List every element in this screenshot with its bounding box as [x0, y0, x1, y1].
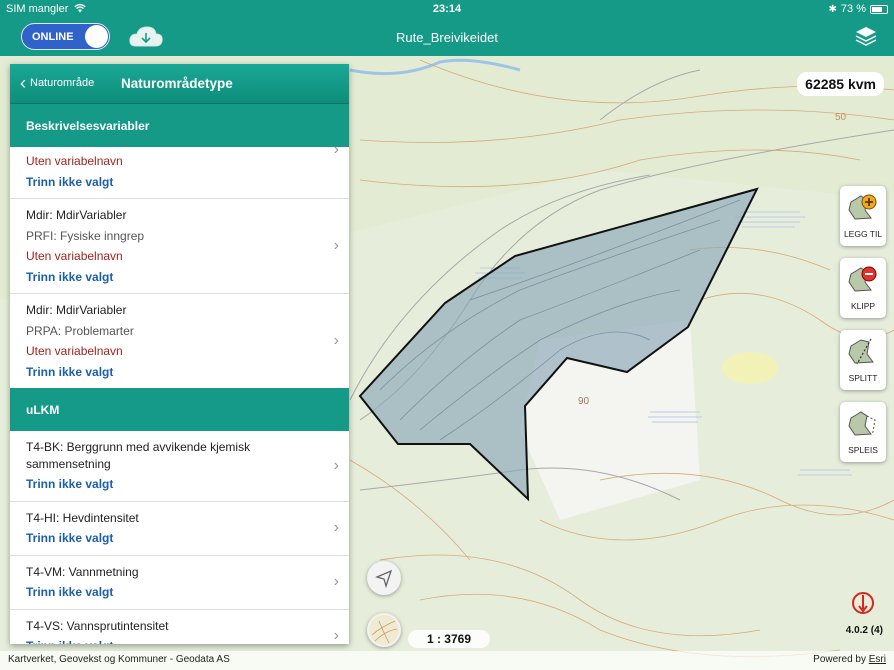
- layers-button[interactable]: [854, 24, 878, 48]
- area-badge: 62285 kvm: [797, 72, 884, 96]
- contour-label: 50: [835, 112, 847, 123]
- variable-name: Uten variabelnavn: [26, 249, 123, 263]
- battery-status: ✱ 73 %: [829, 3, 888, 15]
- chevron-left-icon: ‹: [20, 73, 26, 93]
- step-status[interactable]: Trinn ikke valgt: [26, 528, 309, 549]
- step-status[interactable]: Trinn ikke valgt: [26, 582, 309, 603]
- section-title: uLKM: [26, 402, 60, 417]
- list-item[interactable]: Mdir: MdirVariabler PRPA: Problemarter U…: [10, 294, 349, 388]
- polygon-cut-icon: [848, 266, 877, 292]
- section-header-beskrivelsesvariabler: Beskrivelsesvariabler: [10, 104, 349, 147]
- step-status[interactable]: Trinn ikke valgt: [26, 636, 309, 644]
- chevron-right-icon: ›: [333, 573, 339, 590]
- attribute-panel: ‹ Naturområde Naturområdetype Beskrivels…: [10, 64, 349, 644]
- section-header-ulkm: uLKM: [10, 388, 349, 431]
- compass-icon[interactable]: [850, 590, 876, 616]
- add-polygon-button[interactable]: LEGG TIL: [840, 186, 886, 246]
- layers-icon: [855, 27, 877, 46]
- map-title: Rute_Breivikeidet: [396, 30, 498, 45]
- variable-group: Mdir: MdirVariabler: [26, 303, 127, 317]
- variable-group: T4-HI: Hevdintensitet: [26, 510, 139, 525]
- merge-polygon-button[interactable]: SPLEIS: [840, 402, 886, 462]
- esri-link[interactable]: Esri: [869, 654, 886, 665]
- bluetooth-icon: ✱: [828, 3, 837, 15]
- chevron-right-icon: ›: [333, 141, 339, 158]
- top-bar: SIM mangler 23:14 ✱ 73 % ONLINE Rute_Bre…: [0, 0, 894, 56]
- tool-label: SPLITT: [848, 373, 878, 383]
- battery-icon: [870, 4, 888, 14]
- polygon-split-icon: [848, 338, 874, 365]
- variable-group: T4-BK: Berggrunn med avvikende kjemisk s…: [26, 440, 251, 471]
- variable-name: Uten variabelnavn: [26, 344, 123, 358]
- locate-button[interactable]: [367, 561, 401, 595]
- variable-group: Mdir: MdirVariabler: [26, 208, 127, 222]
- chevron-right-icon: ›: [333, 456, 339, 474]
- polygon-add-icon: [848, 194, 877, 220]
- powered-by: Powered by Esri: [813, 654, 886, 665]
- panel-title: Naturområdetype: [121, 76, 233, 91]
- cut-polygon-button[interactable]: KLIPP: [840, 258, 886, 318]
- chevron-right-icon: ›: [333, 332, 339, 349]
- panel-nav-bar: ‹ Naturområde Naturområdetype: [10, 64, 349, 104]
- app-version: 4.0.2 (4): [845, 625, 883, 636]
- variable-group: T4-VS: Vannsprutintensitet: [26, 618, 169, 633]
- step-status[interactable]: Trinn ikke valgt: [26, 474, 309, 495]
- list-item[interactable]: Mdir: MdirVariabler PRFI: Fysiske inngre…: [10, 199, 349, 294]
- variable-group: T4-VM: Vannmetning: [26, 564, 139, 579]
- chevron-right-icon: ›: [333, 237, 339, 254]
- step-status[interactable]: Trinn ikke valgt: [26, 362, 309, 383]
- locate-icon: [375, 569, 393, 589]
- split-polygon-button[interactable]: SPLITT: [840, 330, 886, 390]
- variable-code: PRFI: Fysiske inngrep: [26, 228, 145, 243]
- map-scale: 1 : 3769: [408, 630, 490, 648]
- battery-percent: 73 %: [840, 3, 866, 15]
- basemap-button[interactable]: [367, 613, 401, 647]
- section-title: Beskrivelsesvariabler: [26, 118, 150, 133]
- list-item[interactable]: T4-VS: Vannsprutintensitet Trinn ikke va…: [10, 610, 349, 645]
- back-label: Naturområde: [30, 77, 95, 89]
- variable-code: PRPA: Problemarter: [26, 323, 134, 338]
- tool-label: KLIPP: [850, 301, 876, 311]
- chevron-right-icon: ›: [333, 519, 339, 536]
- step-status[interactable]: Trinn ikke valgt: [26, 267, 309, 288]
- polygon-merge-icon: [848, 411, 876, 436]
- tool-label: LEGG TIL: [843, 229, 883, 239]
- powered-by-text: Powered by: [813, 654, 866, 665]
- attribution-bar: Kartverket, Geovekst og Kommuner - Geoda…: [0, 651, 894, 670]
- variable-name: Uten variabelnavn: [26, 154, 123, 168]
- back-button[interactable]: ‹ Naturområde: [20, 73, 95, 93]
- list-item[interactable]: T4-HI: Hevdintensitet Trinn ikke valgt ›: [10, 502, 349, 556]
- list-item[interactable]: T4-VM: Vannmetning Trinn ikke valgt ›: [10, 556, 349, 610]
- contour-label: 90: [578, 396, 590, 407]
- tool-label: SPLEIS: [848, 445, 878, 455]
- basemap-icon: [369, 615, 399, 645]
- step-status[interactable]: Trinn ikke valgt: [26, 172, 309, 193]
- status-clock: 23:14: [432, 3, 462, 15]
- list-item[interactable]: Uten variabelnavn Trinn ikke valgt ›: [10, 141, 349, 199]
- chevron-right-icon: ›: [333, 627, 339, 644]
- list-item[interactable]: T4-BK: Berggrunn med avvikende kjemisk s…: [10, 431, 349, 502]
- attribution-text: Kartverket, Geovekst og Kommuner - Geoda…: [8, 654, 230, 665]
